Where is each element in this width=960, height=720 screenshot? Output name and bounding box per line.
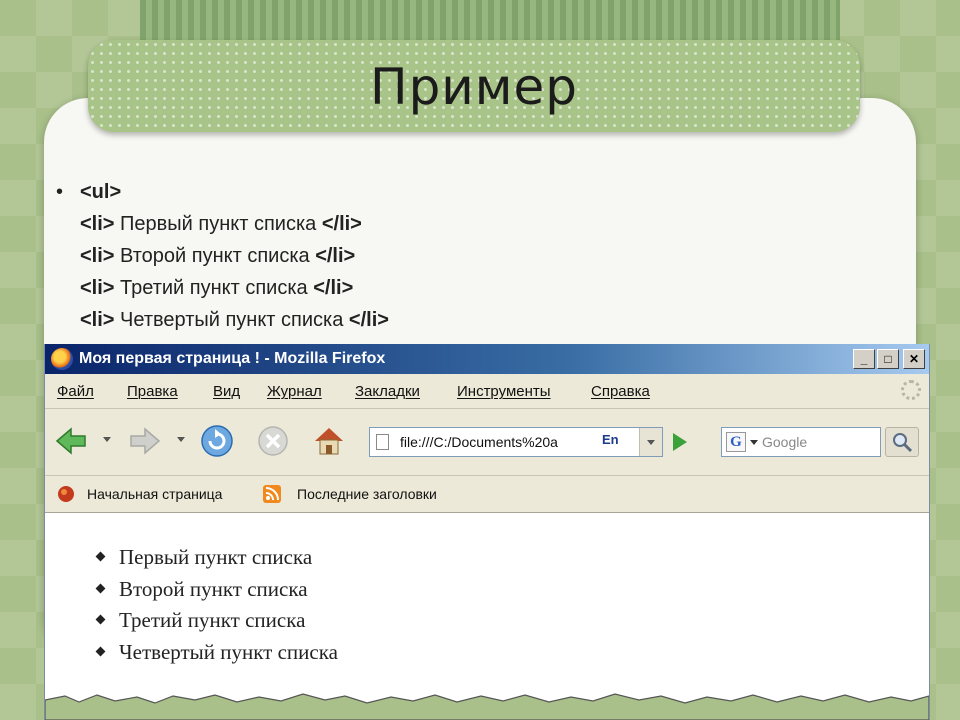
window-title: Моя первая страница ! - Mozilla Firefox <box>79 350 386 367</box>
code-line: <li> Третий пункт списка </li> <box>80 272 680 304</box>
rendered-list: Первый пункт списка Второй пункт списка … <box>95 543 338 669</box>
minimize-button[interactable]: _ <box>853 349 875 369</box>
forward-arrow-icon[interactable] <box>127 423 163 459</box>
menu-tools[interactable]: Инструменты <box>457 383 551 400</box>
code-text: Первый пункт списка <box>114 213 322 235</box>
page-icon <box>376 434 389 450</box>
search-engine-dropdown[interactable] <box>750 440 758 445</box>
code-tag-close: </li> <box>348 309 389 331</box>
code-tag-close: </li> <box>313 277 354 299</box>
bullet-marker: • <box>56 181 64 203</box>
menu-history[interactable]: Журнал <box>267 383 322 400</box>
code-line: <li> Первый пункт списка </li> <box>80 208 680 240</box>
code-tag-open: <li> <box>80 309 115 331</box>
forward-history-dropdown[interactable] <box>177 437 185 442</box>
code-tag-close: </li> <box>315 245 356 267</box>
magnifier-icon <box>893 433 913 453</box>
menu-view[interactable]: Вид <box>213 383 240 400</box>
top-stripe-band <box>140 0 840 40</box>
rss-feed-icon <box>263 485 281 503</box>
slide-title: Пример <box>369 58 579 116</box>
bookmark-home-page[interactable]: Начальная страница <box>87 486 222 502</box>
code-text: Второй пункт списка <box>114 245 316 267</box>
torn-edge <box>45 693 929 720</box>
back-history-dropdown[interactable] <box>103 437 111 442</box>
search-button[interactable] <box>885 427 919 457</box>
code-tag-open: <ul> <box>80 181 122 203</box>
menu-file[interactable]: Файл <box>57 383 94 400</box>
search-input[interactable]: Google <box>762 434 807 450</box>
home-icon[interactable] <box>311 423 347 459</box>
address-dropdown[interactable] <box>639 428 662 456</box>
reload-icon[interactable] <box>199 423 235 459</box>
chevron-down-icon <box>647 440 655 445</box>
page-content: Первый пункт списка Второй пункт списка … <box>45 513 929 720</box>
code-line: <li> Второй пункт списка </li> <box>80 240 680 272</box>
code-tag-open: <li> <box>80 277 115 299</box>
menu-edit[interactable]: Правка <box>127 383 178 400</box>
list-item: Второй пункт списка <box>95 575 338 607</box>
window-titlebar: Моя первая страница ! - Mozilla Firefox … <box>45 344 929 374</box>
menu-help[interactable]: Справка <box>591 383 650 400</box>
code-text: Четвертый пункт списка <box>114 309 349 331</box>
bookmarks-toolbar: Начальная страница Последние заголовки <box>45 476 929 513</box>
menu-bookmarks[interactable]: Закладки <box>355 383 420 400</box>
code-line: <li> Четвертый пункт списка </li> <box>80 304 680 336</box>
maximize-button[interactable]: □ <box>877 349 899 369</box>
navigation-toolbar: file:///C:/Documents%20a En G Google <box>45 409 929 476</box>
address-bar[interactable]: file:///C:/Documents%20a En <box>369 427 663 457</box>
bookmark-latest-headlines[interactable]: Последние заголовки <box>297 486 437 502</box>
stop-icon[interactable] <box>255 423 291 459</box>
code-text: Третий пункт списка <box>114 277 314 299</box>
code-line: <ul> <box>80 176 680 208</box>
back-arrow-icon[interactable] <box>53 423 89 459</box>
code-example: • <ul> <li> Первый пункт списка </li> <l… <box>56 176 656 336</box>
language-badge: En <box>602 432 619 447</box>
address-input[interactable]: file:///C:/Documents%20a <box>400 434 580 450</box>
title-banner: Пример <box>88 40 860 132</box>
close-button[interactable]: ✕ <box>903 349 925 369</box>
list-item: Третий пункт списка <box>95 606 338 638</box>
firefox-logo-icon <box>51 348 73 370</box>
list-item: Четвертый пункт списка <box>95 638 338 670</box>
firefox-bookmark-icon <box>58 486 74 502</box>
code-tag-close: </li> <box>321 213 362 235</box>
firefox-window: Моя первая страница ! - Mozilla Firefox … <box>44 344 930 720</box>
search-bar[interactable]: G Google <box>721 427 881 457</box>
code-tag-open: <li> <box>80 245 115 267</box>
list-item: Первый пункт списка <box>95 543 338 575</box>
search-engine-icon[interactable]: G <box>726 432 746 452</box>
go-arrow-icon[interactable] <box>673 433 687 451</box>
throbber-icon <box>901 380 921 400</box>
menu-bar: Файл Правка Вид Журнал Закладки Инструме… <box>45 374 929 409</box>
code-tag-open: <li> <box>80 213 115 235</box>
